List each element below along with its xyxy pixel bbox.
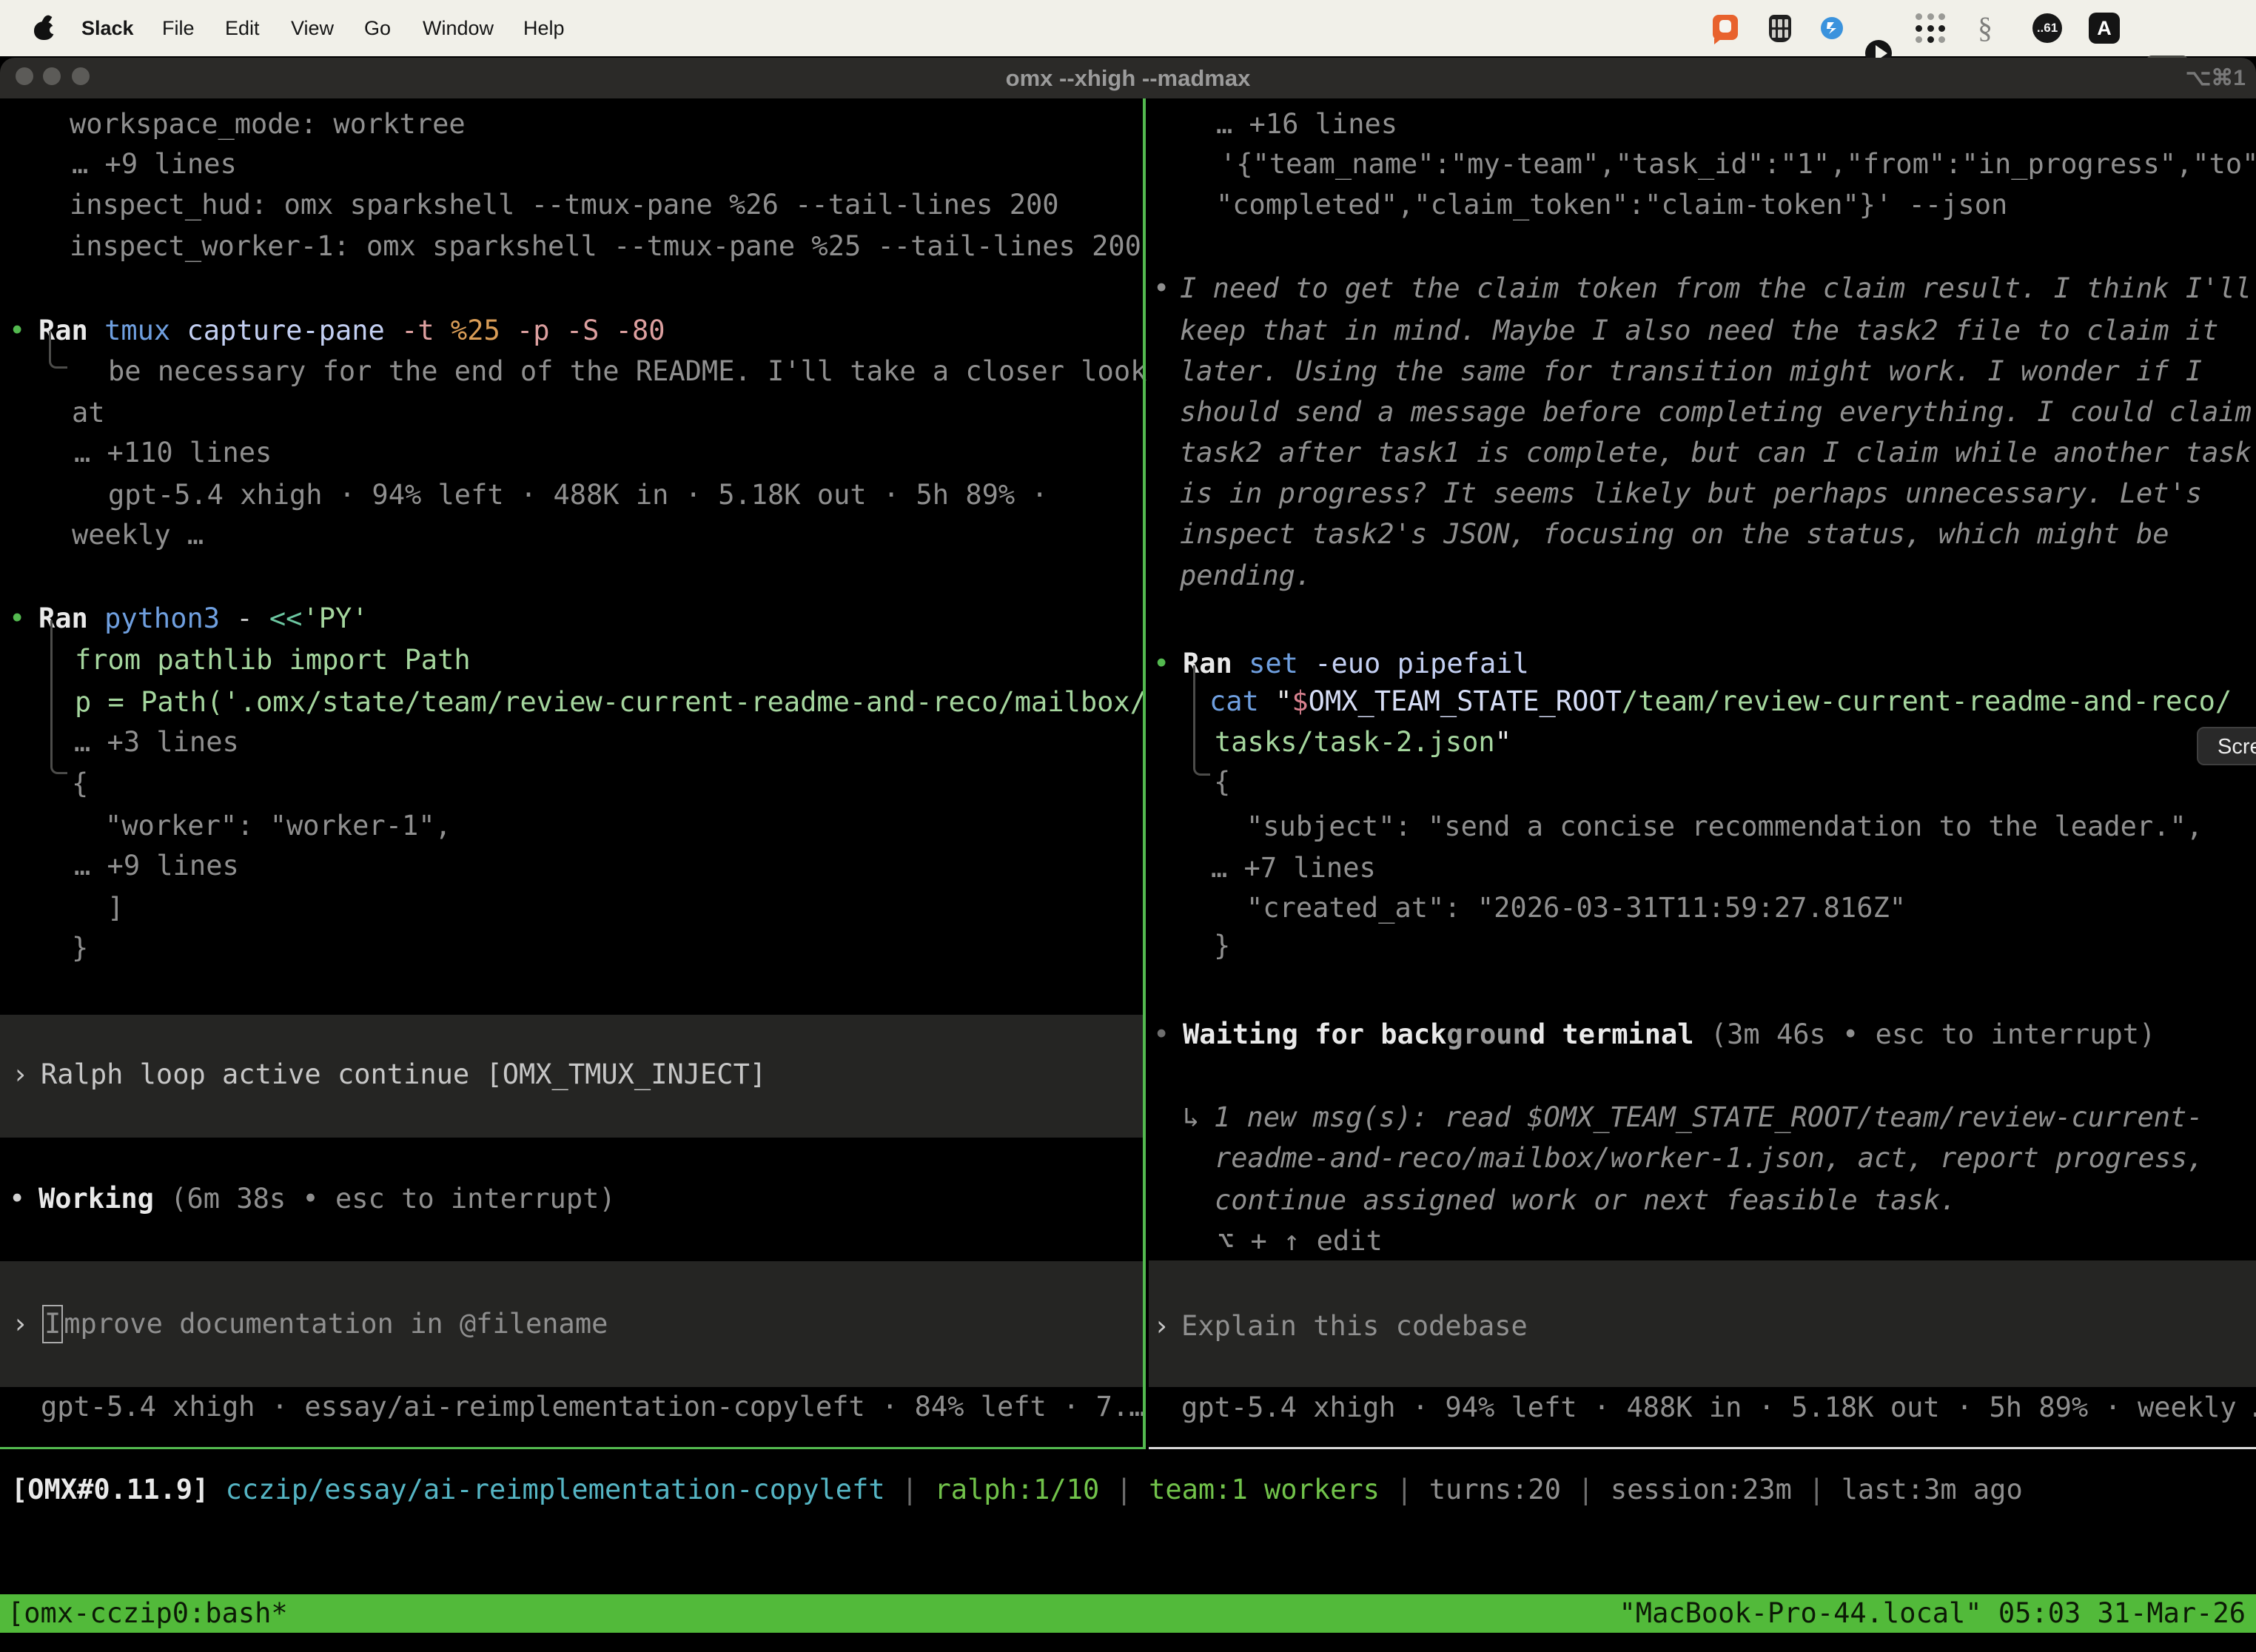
ran-python-command: Ran python3 - <<'PY' (38, 598, 369, 639)
edit-shortcut-hint: ⌥ + ↑ edit (1218, 1220, 1383, 1262)
window-title: omx --xhigh --madmax (0, 58, 2256, 98)
battery-61-badge-icon[interactable]: ..61 (2032, 13, 2062, 43)
screen-recording-indicator-icon[interactable] (1713, 15, 1738, 40)
tmux-status-bar: [omx-cczip0:bash* "MacBook-Pro-44.local"… (0, 1594, 2256, 1633)
reasoning-line: task2 after task1 is complete, but can I… (1180, 432, 2252, 474)
collapsed-lines-indicator: … +9 lines (72, 144, 237, 185)
reasoning-line: is in progress? It seems likely but perh… (1180, 473, 2202, 514)
json-arg-line: '{"team_name":"my-team","task_id":"1","f… (1220, 144, 2256, 185)
ran-bullet-icon: • (1153, 643, 1169, 685)
ran-set-command: Ran set -euo pipefail (1183, 643, 1529, 685)
menu-app-name[interactable]: Slack (81, 0, 134, 56)
apple-menu-icon[interactable] (34, 16, 55, 40)
mailbox-message-line: readme-and-reco/mailbox/worker-1.json, a… (1215, 1138, 2204, 1179)
mailbox-message-line: 1 new msg(s): read $OMX_TEAM_STATE_ROOT/… (1214, 1097, 2203, 1138)
output-connector (50, 620, 67, 774)
mailbox-arrow-icon: ↳ (1183, 1097, 1199, 1138)
reasoning-line: inspect task2's JSON, focusing on the st… (1180, 514, 2169, 555)
reasoning-line: should send a message before completing … (1180, 392, 2252, 433)
config-line: workspace_mode: worktree (70, 104, 466, 145)
letter-a-badge-icon[interactable]: A (2089, 13, 2120, 44)
menu-window[interactable]: Window (423, 0, 494, 56)
right-pane-border (1149, 1447, 2256, 1449)
ran-bullet-icon: • (9, 598, 25, 639)
tmux-output-line: gpt-5.4 xhigh · 94% left · 488K in · 5.1… (108, 474, 1048, 516)
model-status-line: gpt-5.4 xhigh · 94% left · 488K in · 5.1… (1181, 1387, 2256, 1428)
cat-output-line: "subject": "send a concise recommendatio… (1246, 806, 2203, 847)
prompt-input[interactable]: Explain this codebase (1181, 1306, 1528, 1347)
python-output-line: "worker": "worker-1", (105, 805, 451, 847)
python-output-line: { (72, 763, 88, 805)
python-output-line: ] (107, 887, 124, 929)
collapsed-lines-indicator: … +110 lines (74, 432, 272, 474)
config-line: inspect_hud: omx sparkshell --tmux-pane … (70, 184, 1059, 226)
python-output-line: } (72, 927, 88, 969)
chevron-icon: › (12, 1054, 28, 1095)
reasoning-line: later. Using the same for transition mig… (1180, 351, 2202, 392)
menu-view[interactable]: View (291, 0, 334, 56)
collapsed-lines-indicator: … +9 lines (74, 845, 239, 887)
tmux-output-line: at (72, 392, 105, 434)
cat-output-line: "created_at": "2026-03-31T11:59:27.816Z" (1246, 887, 1906, 929)
left-pane-border (0, 1447, 1143, 1449)
reasoning-bullet-icon: • (1153, 268, 1169, 309)
mailbox-message-line: continue assigned work or next feasible … (1215, 1180, 1956, 1221)
json-arg-line: "completed","claim_token":"claim-token"}… (1216, 184, 2007, 226)
window-shortcut-hint: ⌥⌘1 (2186, 58, 2246, 98)
config-line: inspect_worker-1: omx sparkshell --tmux-… (70, 226, 1141, 267)
ralph-loop-status: Ralph loop active continue [OMX_TMUX_INJ… (41, 1054, 766, 1095)
working-status: Working (6m 38s • esc to interrupt) (38, 1178, 616, 1220)
python-code-line: p = Path('.omx/state/team/review-current… (75, 682, 1147, 723)
menu-edit[interactable]: Edit (225, 0, 260, 56)
menu-help[interactable]: Help (523, 0, 565, 56)
output-connector (49, 331, 67, 369)
cat-output-line: } (1214, 925, 1230, 967)
tmux-session-label: [omx-cczip0:bash* (7, 1593, 288, 1634)
model-status-line: gpt-5.4 xhigh · essay/ai-reimplementatio… (41, 1386, 1145, 1428)
prompt-chevron-icon: › (12, 1303, 28, 1345)
tmux-output-line: weekly … (72, 514, 204, 556)
keypad-shield-icon[interactable] (1769, 15, 1791, 42)
collapsed-lines-indicator: … +7 lines (1211, 847, 1376, 889)
hook-icon[interactable]: § (1978, 15, 1993, 41)
waiting-bullet-icon: • (1153, 1014, 1169, 1055)
desktop: { "colors": { "accent_green": "#53b94f",… (0, 0, 2256, 1652)
text-cursor: I (42, 1305, 63, 1343)
screen-tooltip: Scre (2197, 727, 2256, 765)
tmux-output-line: be necessary for the end of the README. … (108, 351, 1147, 392)
cat-output-line: { (1214, 762, 1230, 803)
tmux-host-clock: "MacBook-Pro-44.local" 05:03 31-Mar-26 (1619, 1593, 2246, 1634)
python-code-line: from pathlib import Path (75, 639, 471, 681)
ran-bullet-icon: • (9, 310, 25, 352)
reasoning-line: I need to get the claim token from the c… (1180, 268, 2252, 309)
output-connector (1193, 665, 1210, 776)
reasoning-line: keep that in mind. Maybe I also need the… (1180, 310, 2218, 352)
pane-divider[interactable] (1143, 98, 1146, 1449)
blue-badge-icon[interactable] (1821, 17, 1843, 39)
waiting-status: Waiting for background terminal (3m 46s … (1183, 1014, 2155, 1055)
collapsed-lines-indicator: … +3 lines (74, 722, 239, 763)
omx-status-bar: [OMX#0.11.9] cczip/essay/ai-reimplementa… (11, 1469, 2023, 1511)
collapsed-lines-indicator: … +16 lines (1216, 104, 1397, 145)
reasoning-line: pending. (1180, 555, 1312, 597)
working-bullet-icon: • (9, 1178, 25, 1220)
dots-grid-icon[interactable] (1916, 13, 1947, 44)
prompt-chevron-icon: › (1153, 1306, 1169, 1347)
menu-go[interactable]: Go (364, 0, 391, 56)
menu-bar: Slack File Edit View Go Window Help § ..… (0, 0, 2256, 56)
menu-file[interactable]: File (162, 0, 195, 56)
cat-command-line: tasks/task-2.json" (1215, 722, 1511, 763)
prompt-input[interactable]: Improve documentation in @filename (42, 1303, 608, 1345)
ran-tmux-command: Ran tmux capture-pane -t %25 -p -S -80 (38, 310, 665, 352)
cat-command-line: cat "$OMX_TEAM_STATE_ROOT/team/review-cu… (1209, 681, 2232, 722)
